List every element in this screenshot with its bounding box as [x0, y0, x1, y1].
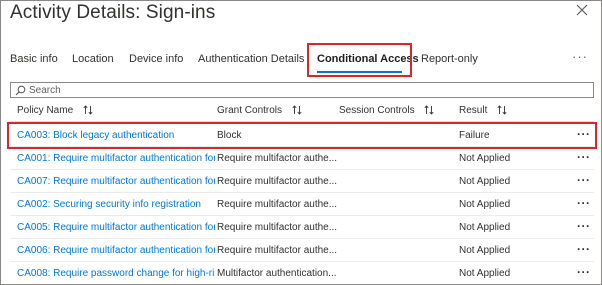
- row-more-button[interactable]: ···: [577, 150, 591, 164]
- result-cell: Not Applied: [459, 176, 511, 187]
- result-cell: Not Applied: [459, 245, 511, 256]
- sort-icon: [83, 105, 93, 116]
- result-cell: Not Applied: [459, 153, 511, 164]
- tab-basic-info[interactable]: Basic info: [10, 53, 58, 65]
- tab-report-only[interactable]: Report-only: [421, 53, 478, 65]
- tab-location[interactable]: Location: [72, 53, 114, 65]
- grant-controls-cell: Require multifactor authe...: [217, 222, 338, 233]
- policy-name-link[interactable]: CA008: Require password change for high-…: [17, 268, 215, 279]
- table-row[interactable]: CA007: Require multifactor authenticatio…: [10, 170, 594, 193]
- table-row[interactable]: CA008: Require password change for high-…: [10, 262, 594, 285]
- search-icon: [15, 85, 26, 96]
- search-input[interactable]: [29, 84, 569, 96]
- table-row[interactable]: CA002: Securing security info registrati…: [10, 193, 594, 216]
- result-cell: Not Applied: [459, 199, 511, 210]
- table-row[interactable]: CA005: Require multifactor authenticatio…: [10, 216, 594, 239]
- column-header-label: Session Controls: [339, 105, 415, 116]
- policy-name-link[interactable]: CA005: Require multifactor authenticatio…: [17, 222, 215, 233]
- policy-name-link[interactable]: CA007: Require multifactor authenticatio…: [17, 176, 215, 187]
- more-tabs-button[interactable]: ···: [572, 49, 588, 64]
- column-header-policy-name[interactable]: Policy Name: [17, 105, 93, 116]
- row-more-button[interactable]: ···: [577, 265, 591, 279]
- column-header-result[interactable]: Result: [459, 105, 507, 116]
- tab-authentication-details[interactable]: Authentication Details: [198, 53, 304, 65]
- grant-controls-cell: Multifactor authentication...: [217, 268, 337, 279]
- sort-icon: [497, 105, 507, 116]
- column-header-label: Result: [459, 105, 488, 116]
- policy-name-link[interactable]: CA002: Securing security info registrati…: [17, 199, 215, 210]
- row-highlight-box: [7, 122, 597, 149]
- tab-device-info[interactable]: Device info: [129, 53, 183, 65]
- column-header-label: Policy Name: [17, 105, 74, 116]
- grant-controls-cell: Require multifactor authe...: [217, 176, 338, 187]
- grant-controls-cell: Require multifactor authe...: [217, 153, 338, 164]
- tab-highlight-box: [307, 43, 412, 77]
- sort-icon: [424, 105, 434, 116]
- table-row[interactable]: CA001: Require multifactor authenticatio…: [10, 147, 594, 170]
- close-icon[interactable]: [575, 3, 589, 17]
- row-more-button[interactable]: ···: [577, 173, 591, 187]
- column-header-session-controls[interactable]: Session Controls: [339, 105, 434, 116]
- row-more-button[interactable]: ···: [577, 196, 591, 210]
- tab-bar: Basic info Location Device info Authenti…: [1, 46, 602, 76]
- sort-icon: [292, 105, 302, 116]
- column-header-label: Grant Controls: [217, 105, 283, 116]
- result-cell: Not Applied: [459, 222, 511, 233]
- column-header-grant-controls[interactable]: Grant Controls: [217, 105, 302, 116]
- activity-details-panel: Activity Details: Sign-ins Basic info Lo…: [0, 0, 602, 285]
- table-row[interactable]: CA006: Require multifactor authenticatio…: [10, 239, 594, 262]
- panel-title: Activity Details: Sign-ins: [10, 2, 216, 23]
- result-cell: Not Applied: [459, 268, 511, 279]
- policy-name-link[interactable]: CA001: Require multifactor authenticatio…: [17, 153, 215, 164]
- row-more-button[interactable]: ···: [577, 219, 591, 233]
- row-more-button[interactable]: ···: [577, 242, 591, 256]
- grant-controls-cell: Require multifactor authe...: [217, 245, 338, 256]
- policy-name-link[interactable]: CA006: Require multifactor authenticatio…: [17, 245, 215, 256]
- search-box[interactable]: [10, 82, 594, 98]
- grant-controls-cell: Require multifactor authe...: [217, 199, 338, 210]
